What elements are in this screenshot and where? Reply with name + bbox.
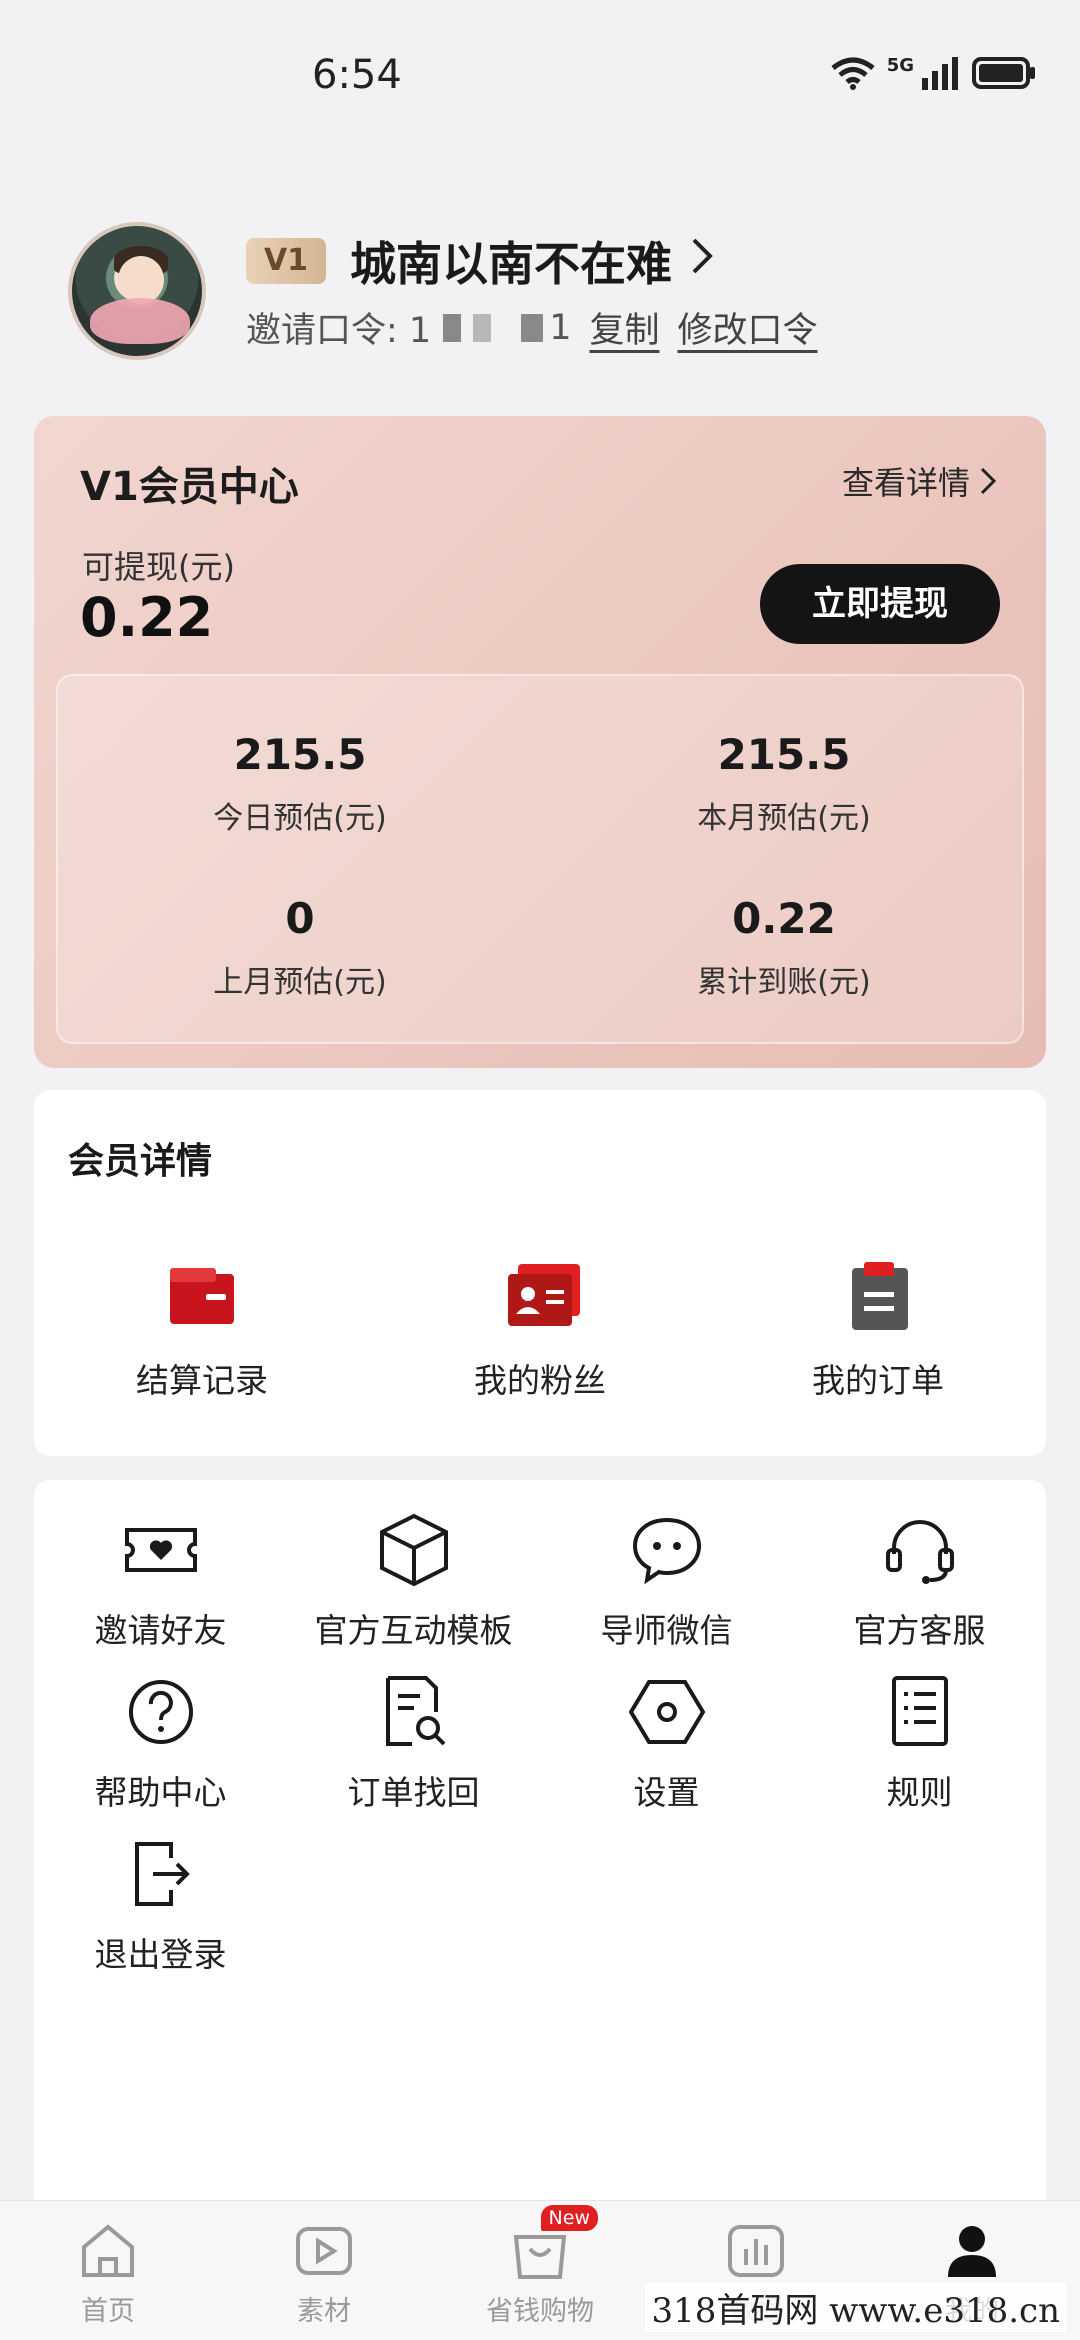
- invite-code-suffix: 1: [549, 307, 572, 348]
- tool-label: 导师微信: [600, 1611, 733, 1650]
- headset-icon: [880, 1510, 960, 1590]
- invite-code-masked: [443, 313, 544, 342]
- member-center-title: V1会员中心: [80, 464, 299, 510]
- home-icon: [76, 2219, 140, 2283]
- box-icon: [374, 1510, 454, 1590]
- invite-code-label: 邀请口令: 1: [246, 311, 432, 351]
- withdrawable-label: 可提现(元): [82, 548, 235, 586]
- tool-label: 订单找回: [347, 1773, 480, 1812]
- stat-last-month: 0 上月预估(元): [58, 894, 542, 1001]
- my-fans-button[interactable]: 我的粉丝: [372, 1260, 708, 1402]
- tab-home[interactable]: 首页: [0, 2219, 216, 2328]
- member-details-panel: 会员详情 结算记录 我的粉丝 我的订单: [34, 1090, 1046, 1456]
- tool-label: 帮助中心: [94, 1773, 227, 1812]
- customer-service-button[interactable]: 官方客服: [793, 1510, 1046, 1652]
- battery-icon: [972, 56, 1036, 90]
- network-type: 5G: [886, 54, 914, 76]
- status-bar: 6:54 5G: [0, 0, 1080, 160]
- chat-bubble-icon: [627, 1510, 707, 1590]
- document-search-icon: [374, 1672, 454, 1752]
- stat-value: 215.5: [717, 730, 851, 779]
- withdrawable-value: 0.22: [80, 586, 214, 649]
- wallet-icon: [166, 1260, 238, 1332]
- tool-label: 官方客服: [853, 1611, 986, 1650]
- chevron-right-icon[interactable]: [688, 234, 716, 282]
- stat-label: 累计到账(元): [697, 965, 871, 1000]
- withdraw-button[interactable]: 立即提现: [760, 564, 1000, 644]
- detail-label: 我的订单: [812, 1361, 944, 1400]
- tool-label: 设置: [633, 1773, 700, 1812]
- bar-chart-icon: [724, 2219, 788, 2283]
- watermark: 318首码网 www.e318.cn: [645, 2283, 1066, 2332]
- help-center-button[interactable]: 帮助中心: [34, 1672, 287, 1814]
- new-badge: New: [540, 2205, 598, 2231]
- my-orders-button[interactable]: 我的订单: [710, 1260, 1046, 1402]
- logout-icon: [121, 1834, 201, 1914]
- shopping-bag-icon: New: [508, 2205, 598, 2283]
- stat-this-month: 215.5 本月预估(元): [542, 730, 1026, 837]
- tab-shopping[interactable]: New 省钱购物: [432, 2205, 648, 2328]
- tool-label: 官方互动模板: [314, 1611, 513, 1650]
- stat-value: 215.5: [233, 730, 367, 779]
- invite-friends-button[interactable]: 邀请好友: [34, 1510, 287, 1652]
- tab-materials[interactable]: 素材: [216, 2219, 432, 2328]
- tool-label: 规则: [886, 1773, 953, 1812]
- chevron-right-icon: [980, 467, 997, 495]
- help-icon: [121, 1672, 201, 1752]
- wifi-icon: [831, 56, 875, 90]
- stat-label: 今日预估(元): [213, 801, 387, 836]
- avatar-face: [118, 256, 164, 304]
- person-icon: [940, 2219, 1004, 2283]
- tab-label: 首页: [81, 2296, 135, 2327]
- stat-label: 上月预估(元): [213, 965, 387, 1000]
- stat-value: 0.22: [732, 894, 836, 943]
- profile-header: V1 城南以南不在难 邀请口令: 1 1 复制 修改口令: [68, 222, 1012, 362]
- view-details-label: 查看详情: [841, 464, 970, 502]
- detail-label: 结算记录: [136, 1361, 268, 1400]
- id-card-icon: [504, 1260, 580, 1332]
- status-time: 6:54: [312, 52, 402, 98]
- tool-label: 退出登录: [94, 1935, 227, 1974]
- earnings-stats: 215.5 今日预估(元) 215.5 本月预估(元) 0 上月预估(元) 0.…: [56, 674, 1024, 1044]
- mentor-wechat-button[interactable]: 导师微信: [540, 1510, 793, 1652]
- hexagon-settings-icon: [627, 1672, 707, 1752]
- tab-label: 省钱购物: [486, 2296, 594, 2327]
- rules-button[interactable]: 规则: [793, 1672, 1046, 1814]
- ticket-heart-icon: [121, 1510, 201, 1590]
- tool-label: 邀请好友: [94, 1611, 227, 1650]
- edit-invite-code-button[interactable]: 修改口令: [677, 302, 817, 353]
- detail-label: 我的粉丝: [474, 1361, 606, 1400]
- stat-label: 本月预估(元): [697, 801, 871, 836]
- level-badge: V1: [246, 238, 326, 284]
- settings-button[interactable]: 设置: [540, 1672, 793, 1814]
- stat-today: 215.5 今日预估(元): [58, 730, 542, 837]
- logout-button[interactable]: 退出登录: [34, 1834, 287, 1976]
- settlement-records-button[interactable]: 结算记录: [34, 1260, 370, 1402]
- copy-button[interactable]: 复制: [589, 302, 659, 353]
- stat-total-received: 0.22 累计到账(元): [542, 894, 1026, 1001]
- signal-icon: [920, 56, 960, 90]
- nickname[interactable]: 城南以南不在难: [350, 228, 672, 294]
- member-center-card: V1会员中心 查看详情 可提现(元) 0.22 立即提现 215.5 今日预估(…: [34, 416, 1046, 1068]
- play-icon: [292, 2219, 356, 2283]
- order-recovery-button[interactable]: 订单找回: [287, 1672, 540, 1814]
- tab-label: 素材: [297, 2296, 351, 2327]
- member-details-title: 会员详情: [68, 1141, 213, 1182]
- interaction-template-button[interactable]: 官方互动模板: [287, 1510, 540, 1652]
- status-icons: 5G: [831, 54, 1036, 90]
- avatar[interactable]: [68, 222, 206, 360]
- tools-panel: 邀请好友 官方互动模板 导师微信 官方客服 帮助中心 订单找回 设置 规则 退出…: [34, 1480, 1046, 2220]
- clipboard-icon: [842, 1260, 914, 1332]
- stat-value: 0: [285, 894, 315, 943]
- avatar-lotus: [90, 298, 190, 344]
- view-details-link[interactable]: 查看详情: [842, 458, 998, 504]
- invite-code-row: 邀请口令: 1 1 复制 修改口令: [246, 302, 818, 353]
- list-document-icon: [880, 1672, 960, 1752]
